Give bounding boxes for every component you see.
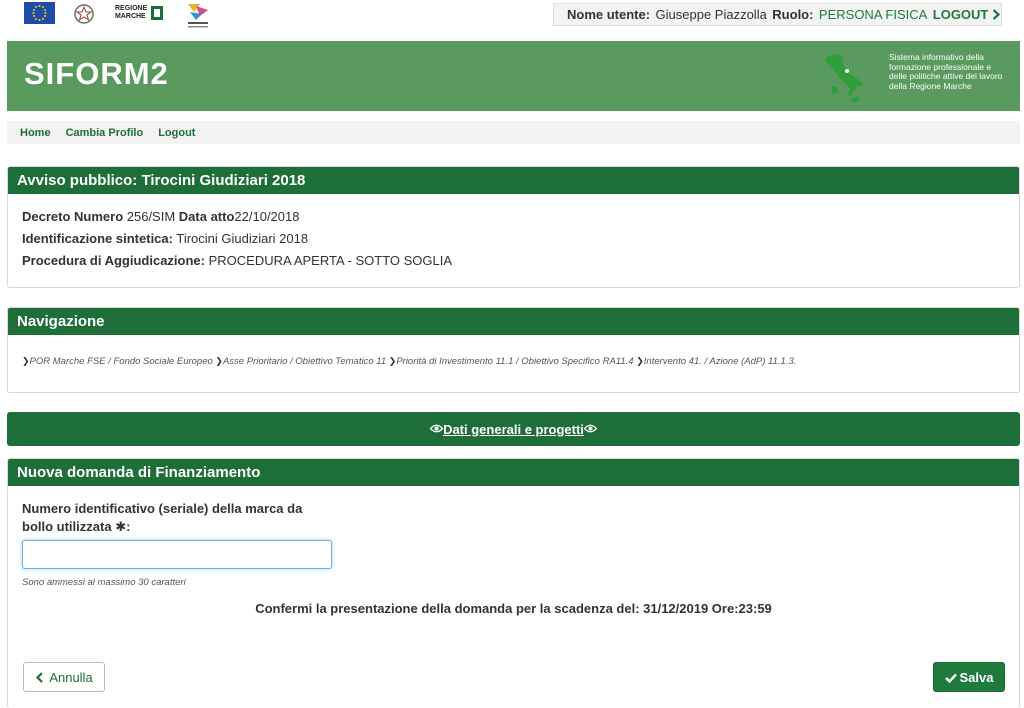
header-description: Sistema informativo della formazione pro… — [889, 52, 1003, 91]
breadcrumb-item[interactable]: Intervento 41. / Azione (AdP) 11.1.3. — [644, 356, 797, 367]
eye-icon — [429, 422, 444, 436]
marca-bollo-input[interactable] — [22, 540, 332, 569]
check-icon — [944, 670, 960, 685]
confirm-text: Confermi la presentazione della domanda … — [255, 601, 772, 616]
breadcrumb: ❯POR Marche FSE / Fondo Sociale Europeo … — [22, 356, 796, 367]
cancel-label: Annulla — [49, 669, 93, 685]
eu-flag-logo — [24, 2, 55, 24]
chevron-right-icon: ❯ — [22, 356, 30, 366]
username-value: Giuseppe Piazzolla — [655, 7, 767, 22]
data-atto-value: 22/10/2018 — [234, 209, 300, 224]
logo-text: REGIONE — [115, 5, 148, 12]
dati-generali-bar: Dati generali e progetti — [7, 412, 1020, 446]
menu-cambia-profilo[interactable]: Cambia Profilo — [66, 127, 144, 139]
main-menu: Home Cambia Profilo Logout — [7, 121, 1020, 144]
input-hint: Sono ammessi al massimo 30 caratteri — [22, 577, 186, 588]
cancel-button[interactable]: Annulla — [23, 662, 105, 692]
user-info-box: Nome utente: Giuseppe Piazzolla Ruolo: P… — [553, 3, 1002, 26]
role-label: Ruolo: — [772, 7, 814, 22]
chevron-right-icon: ❯ — [636, 356, 644, 366]
save-label: Salva — [959, 669, 994, 685]
menu-logout[interactable]: Logout — [158, 127, 195, 139]
data-atto-label: Data atto — [178, 209, 235, 224]
fse-logo — [186, 2, 210, 32]
avviso-title: Avviso pubblico: Tirocini Giudiziari 201… — [8, 167, 1019, 194]
regione-marche-logo: REGIONE MARCHE — [115, 2, 165, 24]
procedura-label: Procedura di Aggiudicazione: — [22, 253, 205, 268]
top-bar: REGIONE MARCHE Nome utente: Giuseppe Pia… — [0, 0, 1024, 40]
app-title: SIFORM2 — [24, 56, 169, 91]
identificazione-row: Identificazione sintetica: Tirocini Giud… — [22, 231, 308, 246]
navigazione-title: Navigazione — [8, 308, 1019, 335]
chevron-right-icon: ❯ — [215, 356, 223, 366]
italian-republic-emblem-logo — [74, 2, 94, 26]
required-asterisk-icon: ✱ — [115, 519, 127, 534]
italy-map-icon — [817, 50, 872, 105]
breadcrumb-item[interactable]: POR Marche FSE / Fondo Sociale Europeo — [30, 356, 213, 367]
breadcrumb-item[interactable]: Asse Prioritario / Obiettivo Tematico 11 — [223, 356, 386, 367]
procedura-row: Procedura di Aggiudicazione: PROCEDURA A… — [22, 253, 452, 268]
chevron-right-icon — [992, 7, 1001, 22]
logo-text: MARCHE — [115, 13, 146, 20]
label-colon: : — [126, 519, 131, 534]
decreto-row: Decreto Numero 256/SIM Data atto22/10/20… — [22, 209, 299, 224]
save-button[interactable]: Salva — [933, 662, 1005, 692]
identificazione-label: Identificazione sintetica: — [22, 231, 173, 246]
eye-icon — [583, 422, 598, 436]
logout-label: LOGOUT — [932, 7, 989, 22]
menu-home[interactable]: Home — [20, 127, 51, 139]
role-value[interactable]: PERSONA FISICA — [819, 7, 927, 22]
dati-generali-link[interactable]: Dati generali e progetti — [443, 422, 584, 437]
identificazione-value: Tirocini Giudiziari 2018 — [172, 231, 309, 246]
nuova-domanda-title: Nuova domanda di Finanziamento — [8, 459, 1019, 486]
marca-bollo-label: Numero identificativo (seriale) della ma… — [22, 500, 322, 536]
decreto-value: 256/SIM — [123, 209, 179, 224]
procedura-value: PROCEDURA APERTA - SOTTO SOGLIA — [204, 253, 453, 268]
logout-link[interactable]: LOGOUT — [933, 7, 1001, 22]
chevron-left-icon — [35, 670, 49, 685]
nuova-domanda-panel: Nuova domanda di Finanziamento Numero id… — [7, 458, 1020, 708]
marca-bollo-label-text: Numero identificativo (seriale) della ma… — [22, 501, 303, 534]
navigazione-panel: Navigazione ❯POR Marche FSE / Fondo Soci… — [7, 307, 1020, 393]
decreto-label: Decreto Numero — [22, 209, 124, 224]
username-label: Nome utente: — [567, 7, 651, 22]
header-banner: SIFORM2 Sistema informativo della formaz… — [7, 41, 1020, 111]
avviso-panel: Avviso pubblico: Tirocini Giudiziari 201… — [7, 166, 1020, 288]
breadcrumb-item[interactable]: Priorità di Investimento 11.1 / Obiettiv… — [396, 356, 633, 367]
